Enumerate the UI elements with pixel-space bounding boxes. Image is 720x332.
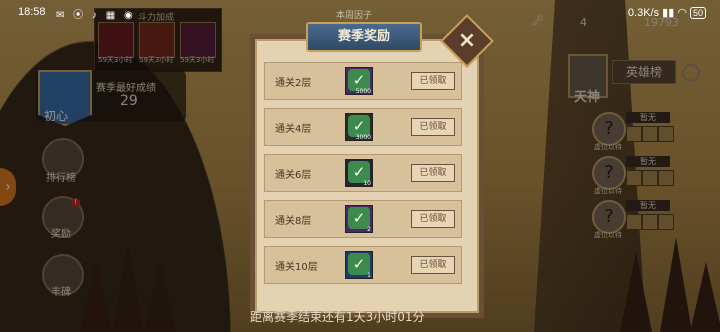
reward-row: 通关4层 ✓ 3000 已领取 <box>264 108 462 146</box>
reward-row: 通关10层 ✓ 1 已领取 <box>264 246 462 284</box>
status-time: 18:58 <box>18 6 46 18</box>
reward-row-label: 通关2层 <box>275 78 312 89</box>
season-countdown: 距离赛季结束还有1天3小时01分 <box>250 310 425 324</box>
reward-row-label: 通关10层 <box>275 262 318 273</box>
reward-item-count: 2 <box>367 226 371 233</box>
claimed-button[interactable]: 已领取 <box>411 256 455 274</box>
claimed-button[interactable]: 已领取 <box>411 210 455 228</box>
dialog-title: 赛季奖励 <box>306 22 422 52</box>
reward-row: 通关8层 ✓ 2 已领取 <box>264 200 462 238</box>
reward-item[interactable]: ✓ 10 <box>345 159 373 187</box>
reward-item[interactable]: ✓ 1 <box>345 251 373 279</box>
reward-item-count: 3000 <box>355 134 371 141</box>
reward-row-label: 通关6层 <box>275 170 312 181</box>
reward-row: 通关6层 ✓ 10 已领取 <box>264 154 462 192</box>
claimed-button[interactable]: 已领取 <box>411 118 455 136</box>
reward-item[interactable]: ✓ 2 <box>345 205 373 233</box>
notification-icons: ✉ ⦿ ♪ ▦ ◉ <box>56 10 136 21</box>
network-speed: 0.3K/s <box>627 7 660 19</box>
signal-icon: ▮▮ ◠ <box>662 7 690 19</box>
reward-item[interactable]: ✓ 3000 <box>345 113 373 141</box>
reward-item-count: 10 <box>363 180 371 187</box>
status-right: 0.3K/s ▮▮ ◠ 50 <box>628 6 706 19</box>
reward-row-label: 通关4层 <box>275 124 312 135</box>
close-icon: × <box>457 28 477 53</box>
reward-row-label: 通关8层 <box>275 216 312 227</box>
reward-item-count: 1 <box>367 272 371 279</box>
reward-item-count: 5000 <box>355 88 371 95</box>
background-top-label: 本周因子 <box>336 11 373 21</box>
claimed-button[interactable]: 已领取 <box>411 72 455 90</box>
claimed-button[interactable]: 已领取 <box>411 164 455 182</box>
reward-row: 通关2层 ✓ 5000 已领取 <box>264 62 462 100</box>
battery-level: 50 <box>689 7 706 19</box>
reward-item[interactable]: ✓ 5000 <box>345 67 373 95</box>
